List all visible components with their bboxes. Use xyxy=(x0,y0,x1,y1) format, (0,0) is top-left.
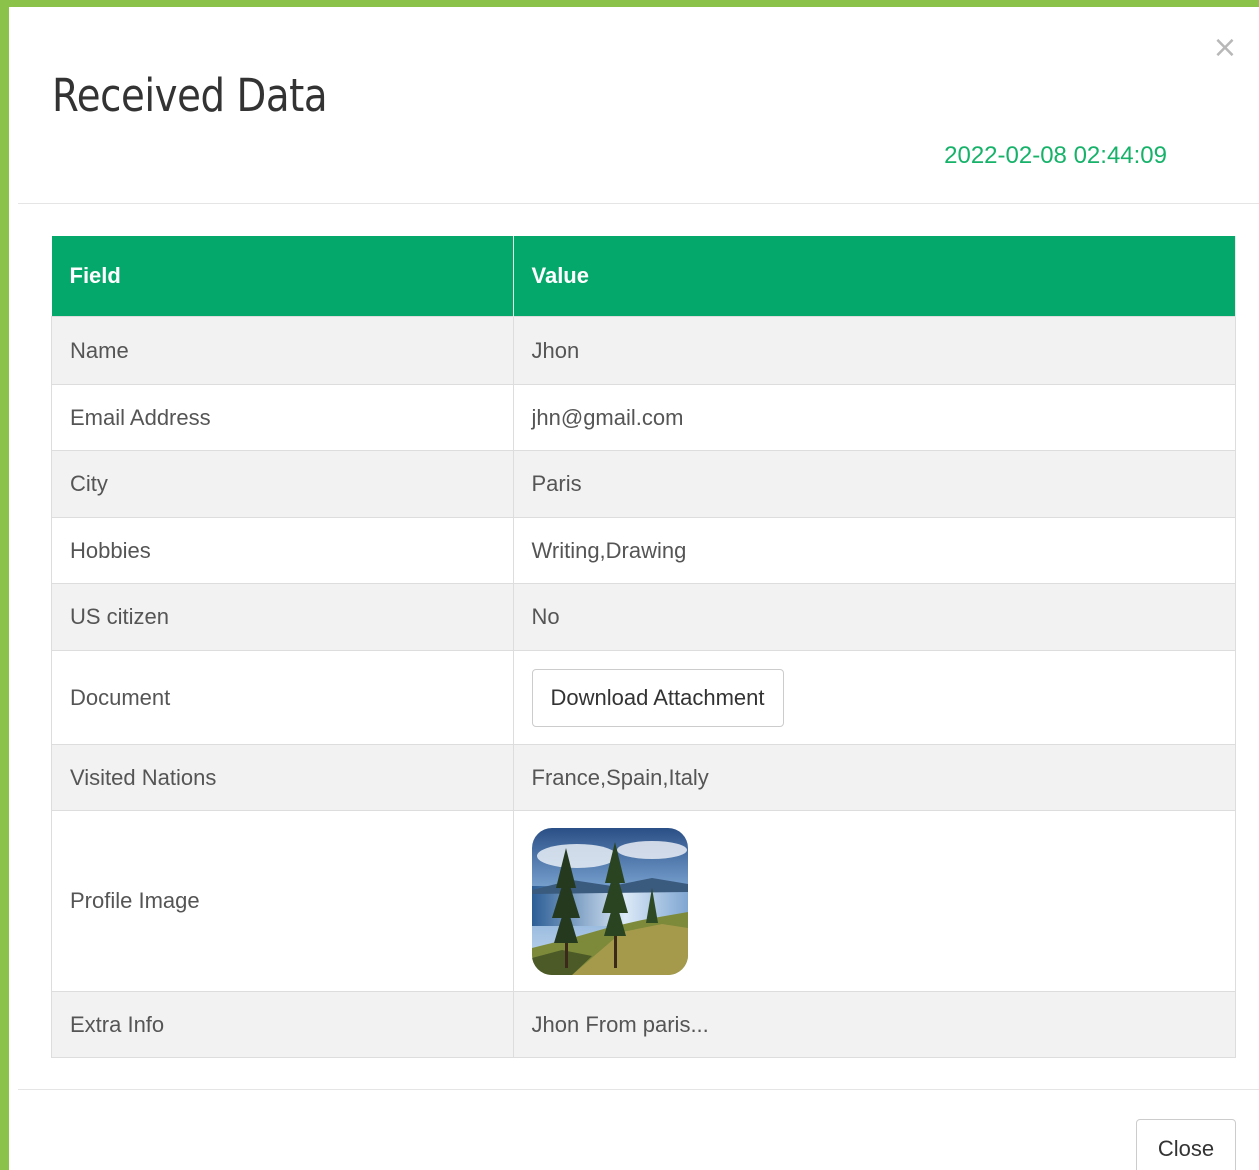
value-cell: Download Attachment xyxy=(512,650,1236,745)
close-button[interactable]: Close xyxy=(1136,1119,1236,1170)
download-attachment-button[interactable]: Download Attachment xyxy=(531,668,784,727)
table-row: Extra Info Jhon From paris... xyxy=(51,991,1236,1058)
column-header-value: Value xyxy=(513,236,1236,317)
value-cell: Jhon xyxy=(512,316,1236,385)
field-cell: US citizen xyxy=(51,583,514,651)
field-cell: Hobbies xyxy=(51,517,514,584)
footer-divider xyxy=(18,1089,1259,1090)
table-row: Profile Image xyxy=(51,810,1236,992)
field-cell: Profile Image xyxy=(51,810,514,992)
field-cell: Email Address xyxy=(51,384,514,451)
modal-dialog: × Received Data 2022-02-08 02:44:09 Fiel… xyxy=(0,0,1259,1170)
received-data-table: Field Value Name Jhon Email Address jhn@… xyxy=(51,236,1236,1058)
table-header-row: Field Value xyxy=(51,236,1236,317)
value-cell: No xyxy=(512,583,1236,651)
profile-image[interactable] xyxy=(531,827,688,975)
table-row: Email Address jhn@gmail.com xyxy=(51,384,1236,451)
field-cell: Name xyxy=(51,316,514,385)
field-cell: Extra Info xyxy=(51,991,514,1058)
field-cell: Document xyxy=(51,650,514,745)
table-row: US citizen No xyxy=(51,583,1236,651)
table-row: Visited Nations France,Spain,Italy xyxy=(51,744,1236,811)
table-row: Document Download Attachment xyxy=(51,650,1236,745)
table-row: City Paris xyxy=(51,450,1236,518)
field-cell: Visited Nations xyxy=(51,744,514,811)
value-cell xyxy=(512,810,1236,992)
value-cell: Paris xyxy=(512,450,1236,518)
table-row: Hobbies Writing,Drawing xyxy=(51,517,1236,584)
table-row: Name Jhon xyxy=(51,316,1236,385)
value-cell: Jhon From paris... xyxy=(512,991,1236,1058)
received-timestamp: 2022-02-08 02:44:09 xyxy=(944,142,1167,169)
value-cell: jhn@gmail.com xyxy=(512,384,1236,451)
value-cell: France,Spain,Italy xyxy=(512,744,1236,811)
modal-title: Received Data xyxy=(52,69,328,122)
header-divider xyxy=(18,203,1259,204)
value-cell: Writing,Drawing xyxy=(512,517,1236,584)
column-header-field: Field xyxy=(51,236,514,317)
field-cell: City xyxy=(51,450,514,518)
close-icon[interactable]: × xyxy=(1208,31,1242,65)
